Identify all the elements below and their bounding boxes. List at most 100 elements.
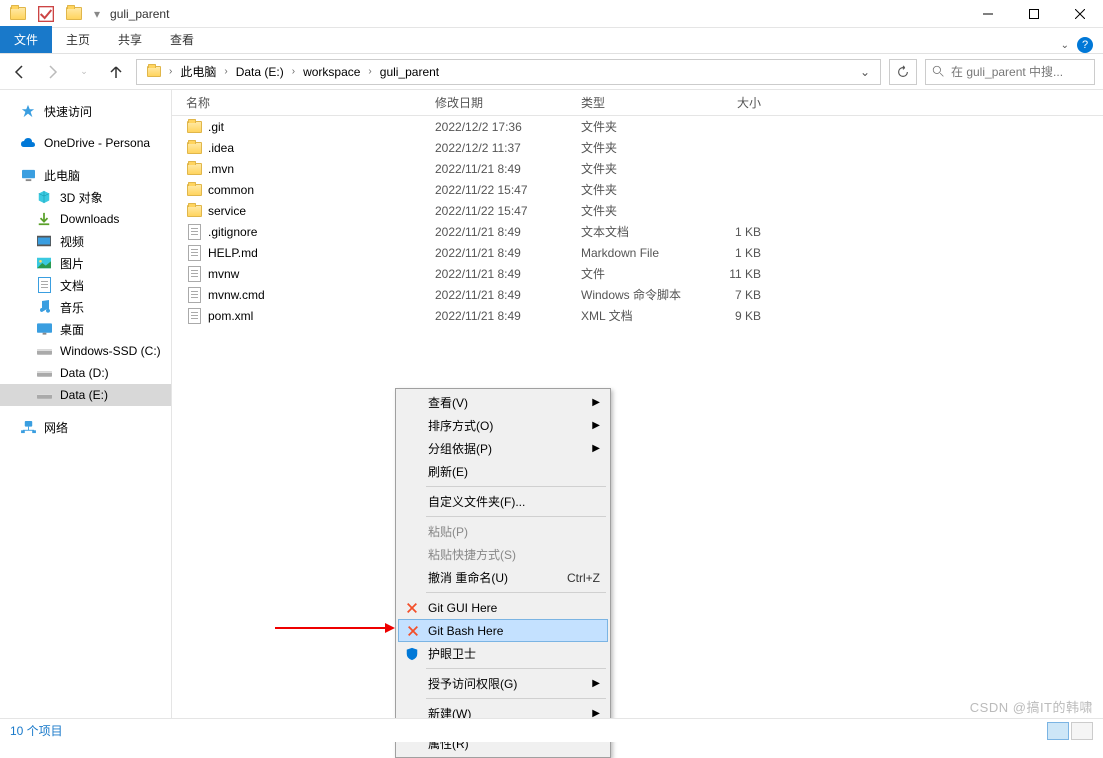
item-count: 10 个项目 bbox=[10, 722, 63, 739]
sidebar-network[interactable]: 网络 bbox=[0, 416, 171, 438]
watermark: CSDN @搞IT的韩啸 bbox=[970, 697, 1093, 716]
sidebar-onedrive[interactable]: OneDrive - Persona bbox=[0, 132, 171, 154]
file-type: 文本文档 bbox=[581, 223, 701, 240]
column-size[interactable]: 大小 bbox=[701, 94, 781, 111]
file-row[interactable]: HELP.md2022/11/21 8:49Markdown File1 KB bbox=[172, 242, 1103, 263]
context-menu: 查看(V)▶ 排序方式(O)▶ 分组依据(P)▶ 刷新(E) 自定义文件夹(F)… bbox=[395, 388, 611, 758]
cm-undo-rename[interactable]: 撤消 重命名(U)Ctrl+Z bbox=[398, 566, 608, 589]
crumb-drive[interactable]: Data (E:) bbox=[230, 60, 290, 84]
tab-share[interactable]: 共享 bbox=[104, 26, 156, 53]
file-row[interactable]: pom.xml2022/11/21 8:49XML 文档9 KB bbox=[172, 305, 1103, 326]
refresh-button[interactable] bbox=[889, 59, 917, 85]
minimize-button[interactable] bbox=[965, 0, 1011, 28]
breadcrumb-root-icon[interactable] bbox=[141, 60, 167, 84]
breadcrumb-dropdown-icon[interactable]: ⌄ bbox=[854, 65, 876, 79]
file-row[interactable]: .gitignore2022/11/21 8:49文本文档1 KB bbox=[172, 221, 1103, 242]
file-date: 2022/11/22 15:47 bbox=[435, 204, 581, 218]
navbar: ⌄ › 此电脑 › Data (E:) › workspace › guli_p… bbox=[0, 54, 1103, 90]
sidebar-drive-c[interactable]: Windows-SSD (C:) bbox=[0, 340, 171, 362]
sidebar-drive-e[interactable]: Data (E:) bbox=[0, 384, 171, 406]
desktop-icon bbox=[36, 321, 52, 337]
video-icon bbox=[36, 233, 52, 249]
window-title: guli_parent bbox=[110, 7, 169, 21]
file-row[interactable]: .mvn2022/11/21 8:49文件夹 bbox=[172, 158, 1103, 179]
file-icon bbox=[186, 287, 202, 303]
maximize-button[interactable] bbox=[1011, 0, 1057, 28]
sidebar-documents[interactable]: 文档 bbox=[0, 274, 171, 296]
file-row[interactable]: mvnw2022/11/21 8:49文件11 KB bbox=[172, 263, 1103, 284]
chevron-right-icon[interactable]: › bbox=[290, 66, 297, 77]
nav-back-button[interactable] bbox=[8, 60, 32, 84]
file-header: 名称 修改日期 类型 大小 bbox=[172, 90, 1103, 116]
folder-icon bbox=[186, 182, 202, 198]
tab-view[interactable]: 查看 bbox=[156, 26, 208, 53]
file-row[interactable]: .git2022/12/2 17:36文件夹 bbox=[172, 116, 1103, 137]
sidebar-drive-d[interactable]: Data (D:) bbox=[0, 362, 171, 384]
file-row[interactable]: common2022/11/22 15:47文件夹 bbox=[172, 179, 1103, 200]
cm-customize[interactable]: 自定义文件夹(F)... bbox=[398, 490, 608, 513]
search-input[interactable]: 在 guli_parent 中搜... bbox=[925, 59, 1095, 85]
nav-forward-button[interactable] bbox=[40, 60, 64, 84]
cm-group[interactable]: 分组依据(P)▶ bbox=[398, 437, 608, 460]
file-size: 1 KB bbox=[701, 246, 781, 260]
file-type: 文件夹 bbox=[581, 139, 701, 156]
sidebar-desktop[interactable]: 桌面 bbox=[0, 318, 171, 340]
sidebar-pictures[interactable]: 图片 bbox=[0, 252, 171, 274]
file-name: HELP.md bbox=[208, 246, 258, 260]
chevron-right-icon[interactable]: › bbox=[366, 66, 373, 77]
sidebar-3d-objects[interactable]: 3D 对象 bbox=[0, 186, 171, 208]
cm-git-bash[interactable]: Git Bash Here bbox=[398, 619, 608, 642]
sidebar-quick-access[interactable]: 快速访问 bbox=[0, 100, 171, 122]
cm-refresh[interactable]: 刷新(E) bbox=[398, 460, 608, 483]
file-tab[interactable]: 文件 bbox=[0, 26, 52, 53]
nav-recent-button[interactable]: ⌄ bbox=[72, 60, 96, 84]
cm-eyecare[interactable]: 护眼卫士 bbox=[398, 642, 608, 665]
sidebar-music[interactable]: 音乐 bbox=[0, 296, 171, 318]
shield-icon bbox=[404, 646, 420, 662]
file-size: 1 KB bbox=[701, 225, 781, 239]
file-row[interactable]: service2022/11/22 15:47文件夹 bbox=[172, 200, 1103, 221]
file-row[interactable]: mvnw.cmd2022/11/21 8:49Windows 命令脚本7 KB bbox=[172, 284, 1103, 305]
chevron-right-icon: ▶ bbox=[592, 443, 600, 454]
folder-app-icon bbox=[10, 6, 26, 22]
cm-separator bbox=[426, 516, 606, 517]
sidebar-downloads[interactable]: Downloads bbox=[0, 208, 171, 230]
help-icon[interactable]: ? bbox=[1077, 37, 1093, 53]
cm-git-gui[interactable]: Git GUI Here bbox=[398, 596, 608, 619]
breadcrumb[interactable]: › 此电脑 › Data (E:) › workspace › guli_par… bbox=[136, 59, 881, 85]
crumb-thispc[interactable]: 此电脑 bbox=[174, 60, 222, 84]
file-date: 2022/11/21 8:49 bbox=[435, 162, 581, 176]
search-icon bbox=[932, 65, 945, 78]
file-name: .gitignore bbox=[208, 225, 257, 239]
file-type: Windows 命令脚本 bbox=[581, 286, 701, 303]
file-date: 2022/11/21 8:49 bbox=[435, 288, 581, 302]
file-name: common bbox=[208, 183, 254, 197]
chevron-right-icon[interactable]: › bbox=[167, 66, 174, 77]
qat-checkbox-icon[interactable] bbox=[38, 6, 54, 22]
cm-sort[interactable]: 排序方式(O)▶ bbox=[398, 414, 608, 437]
column-date[interactable]: 修改日期 bbox=[435, 94, 581, 111]
qat-folder-icon[interactable] bbox=[66, 6, 82, 22]
crumb-current[interactable]: guli_parent bbox=[374, 60, 445, 84]
tab-home[interactable]: 主页 bbox=[52, 26, 104, 53]
file-size: 11 KB bbox=[701, 267, 781, 281]
nav-up-button[interactable] bbox=[104, 60, 128, 84]
view-details-button[interactable] bbox=[1047, 722, 1069, 740]
cm-view[interactable]: 查看(V)▶ bbox=[398, 391, 608, 414]
cm-grant-access[interactable]: 授予访问权限(G)▶ bbox=[398, 672, 608, 695]
crumb-workspace[interactable]: workspace bbox=[297, 60, 366, 84]
file-row[interactable]: .idea2022/12/2 11:37文件夹 bbox=[172, 137, 1103, 158]
music-icon bbox=[36, 299, 52, 315]
view-icons-button[interactable] bbox=[1071, 722, 1093, 740]
sidebar-videos[interactable]: 视频 bbox=[0, 230, 171, 252]
cm-paste: 粘贴(P) bbox=[398, 520, 608, 543]
ribbon-expand-icon[interactable]: ⌄ bbox=[1061, 40, 1069, 51]
column-type[interactable]: 类型 bbox=[581, 94, 701, 111]
close-button[interactable] bbox=[1057, 0, 1103, 28]
chevron-right-icon[interactable]: › bbox=[222, 66, 229, 77]
file-date: 2022/12/2 17:36 bbox=[435, 120, 581, 134]
file-name: pom.xml bbox=[208, 309, 253, 323]
sidebar-thispc[interactable]: 此电脑 bbox=[0, 164, 171, 186]
column-name[interactable]: 名称 bbox=[180, 94, 435, 111]
cm-separator bbox=[426, 668, 606, 669]
